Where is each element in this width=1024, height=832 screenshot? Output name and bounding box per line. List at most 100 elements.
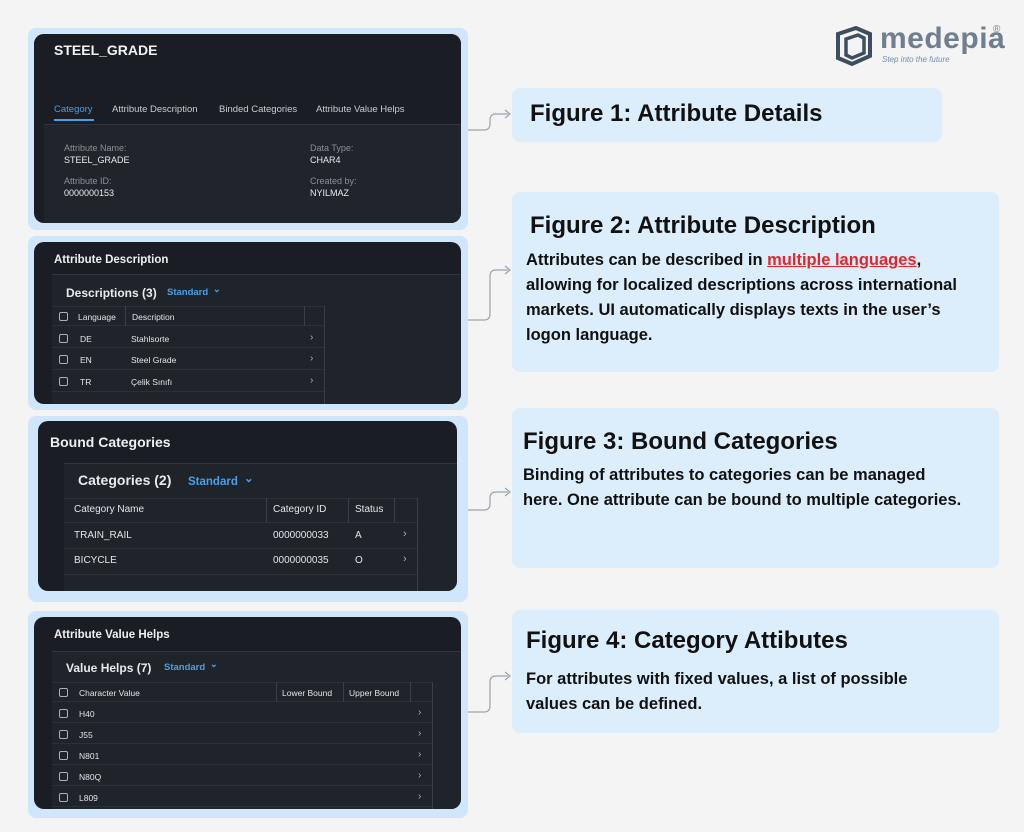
created-by-label: Created by:	[310, 176, 357, 186]
tab-attribute-description[interactable]: Attribute Description	[112, 104, 198, 115]
column-separator	[266, 498, 267, 523]
data-type-value: CHAR4	[310, 155, 341, 165]
figure4-variant-select[interactable]: Standard ⌄	[164, 659, 218, 673]
page-title: STEEL_GRADE	[54, 42, 158, 58]
chevron-right-icon[interactable]: ›	[403, 528, 407, 540]
select-all-checkbox[interactable]	[59, 312, 68, 321]
medepia-logo-name: medepia	[880, 22, 1006, 55]
table-row[interactable]	[52, 702, 432, 723]
created-by-value: NYILMAZ	[310, 188, 350, 198]
figure2-callout: Figure 2: Attribute Description Attribut…	[512, 192, 999, 372]
table-row[interactable]	[52, 786, 432, 807]
tab-category[interactable]: Category	[54, 104, 93, 115]
chevron-down-icon: ⌄	[209, 659, 218, 670]
figure3-variant-select[interactable]: Standard ⌄	[188, 473, 254, 488]
medepia-logo-mark-icon	[836, 26, 872, 67]
column-separator	[410, 682, 411, 702]
chevron-right-icon[interactable]: ›	[418, 749, 421, 760]
figure1-callout-title: Figure 1: Attribute Details	[530, 100, 823, 127]
category-id-cell: 0000000035	[273, 555, 329, 566]
figure4-section-title: Attribute Value Helps	[54, 629, 170, 641]
category-name-cell: TRAIN_RAIL	[74, 530, 132, 541]
chevron-right-icon[interactable]: ›	[418, 791, 421, 802]
language-cell: EN	[80, 355, 92, 365]
figure4-callout-title: Figure 4: Category Attibutes	[526, 627, 848, 654]
figure2-callout-title: Figure 2: Attribute Description	[530, 212, 876, 239]
attribute-name-label: Attribute Name:	[64, 143, 127, 153]
column-header-description: Description	[132, 312, 175, 322]
table-row[interactable]	[52, 723, 432, 744]
row-checkbox[interactable]	[59, 334, 68, 343]
chevron-down-icon: ⌄	[212, 284, 221, 295]
active-tab-underline	[54, 119, 94, 121]
column-header-lower-bound: Lower Bound	[282, 688, 333, 698]
column-separator	[394, 498, 395, 523]
figure4-callout: Figure 4: Category Attibutes For attribu…	[512, 610, 999, 733]
chevron-right-icon[interactable]: ›	[403, 553, 407, 565]
chevron-right-icon[interactable]: ›	[418, 707, 421, 718]
chevron-right-icon[interactable]: ›	[418, 728, 421, 739]
row-checkbox[interactable]	[59, 709, 68, 718]
column-header-status: Status	[355, 504, 384, 515]
medepia-logo-registered: ®	[993, 24, 1001, 35]
figure1-tab-bar: Category Attribute Description Binded Ca…	[34, 104, 461, 124]
row-checkbox[interactable]	[59, 772, 68, 781]
figure2-table-title: Descriptions (3)	[66, 286, 157, 300]
character-value-cell: N801	[79, 751, 100, 761]
status-cell: O	[355, 555, 363, 566]
table-row[interactable]	[52, 744, 432, 765]
category-id-cell: 0000000033	[273, 530, 329, 541]
figure2-callout-text-start: Attributes can be described in	[526, 251, 768, 269]
tab-binded-categories[interactable]: Binded Categories	[219, 104, 297, 115]
column-separator	[348, 498, 349, 523]
row-checkbox[interactable]	[59, 355, 68, 364]
character-value-cell: H40	[79, 709, 95, 719]
figure4-callout-text: For attributes with fixed values, a list…	[526, 670, 908, 713]
figure3-table-divider	[417, 498, 418, 591]
table-row[interactable]	[52, 326, 324, 348]
figure2-panel: Attribute Description Descriptions (3) S…	[34, 242, 461, 404]
chevron-down-icon: ⌄	[244, 473, 254, 485]
chevron-right-icon[interactable]: ›	[418, 770, 421, 781]
status-cell: A	[355, 530, 362, 541]
column-header-category-name: Category Name	[74, 504, 145, 515]
chevron-right-icon[interactable]: ›	[310, 353, 313, 364]
figure4-variant-label: Standard	[164, 662, 206, 673]
tab-attribute-value-helps[interactable]: Attribute Value Helps	[316, 104, 405, 115]
attribute-id-value: 0000000153	[64, 188, 115, 198]
column-separator	[343, 682, 344, 702]
row-checkbox[interactable]	[59, 730, 68, 739]
figure4-table-title: Value Helps (7)	[66, 661, 152, 675]
table-row[interactable]	[52, 348, 324, 370]
figure2-variant-label: Standard	[167, 287, 209, 298]
figure3-variant-label: Standard	[188, 476, 238, 488]
row-checkbox[interactable]	[59, 377, 68, 386]
figure1-callout: Figure 1: Attribute Details	[512, 88, 942, 142]
data-type-label: Data Type:	[310, 143, 354, 153]
figure1-connector-arrow-icon	[468, 109, 511, 131]
table-row[interactable]	[52, 370, 324, 392]
multiple-languages-highlight: multiple languages	[767, 251, 917, 269]
column-header-character-value: Character Value	[79, 688, 140, 698]
character-value-cell: J55	[79, 730, 93, 740]
chevron-right-icon[interactable]: ›	[310, 332, 313, 343]
table-row[interactable]	[52, 765, 432, 786]
description-cell: Steel Grade	[131, 355, 177, 365]
character-value-cell: N80Q	[79, 772, 102, 782]
figure4-connector-arrow-icon	[468, 671, 511, 713]
column-separator	[304, 306, 305, 326]
select-all-checkbox[interactable]	[59, 688, 68, 697]
attribute-id-label: Attribute ID:	[64, 176, 112, 186]
row-checkbox[interactable]	[59, 793, 68, 802]
chevron-right-icon[interactable]: ›	[310, 375, 313, 386]
description-cell: Çelik Sınıfı	[131, 377, 173, 387]
figure2-connector-arrow-icon	[468, 265, 511, 321]
row-checkbox[interactable]	[59, 751, 68, 760]
column-header-language: Language	[78, 312, 116, 322]
category-name-cell: BICYCLE	[74, 555, 117, 566]
figure3-table-title: Categories (2)	[78, 472, 172, 488]
figure3-callout-text: Binding of attributes to categories can …	[523, 466, 962, 509]
description-cell: Stahlsorte	[131, 334, 170, 344]
figure3-callout: Figure 3: Bound Categories Binding of at…	[512, 408, 999, 568]
figure2-variant-select[interactable]: Standard ⌄	[167, 284, 221, 298]
